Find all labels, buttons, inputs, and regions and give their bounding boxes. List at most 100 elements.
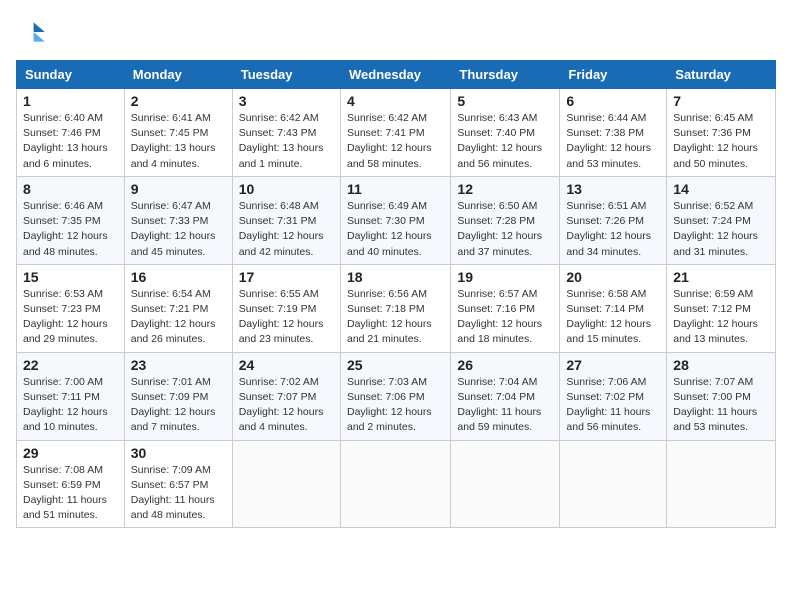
day-number: 17 <box>239 269 334 285</box>
calendar-cell: 24 Sunrise: 7:02 AMSunset: 7:07 PMDayligh… <box>232 352 340 440</box>
calendar-cell: 10 Sunrise: 6:48 AMSunset: 7:31 PMDayligh… <box>232 176 340 264</box>
calendar-cell: 17 Sunrise: 6:55 AMSunset: 7:19 PMDayligh… <box>232 264 340 352</box>
day-number: 9 <box>131 181 226 197</box>
week-row-2: 8 Sunrise: 6:46 AMSunset: 7:35 PMDaylight… <box>17 176 776 264</box>
day-info: Sunrise: 6:41 AMSunset: 7:45 PMDaylight:… <box>131 111 226 172</box>
day-info: Sunrise: 6:55 AMSunset: 7:19 PMDaylight:… <box>239 287 334 348</box>
day-info: Sunrise: 7:02 AMSunset: 7:07 PMDaylight:… <box>239 375 334 436</box>
week-row-3: 15 Sunrise: 6:53 AMSunset: 7:23 PMDayligh… <box>17 264 776 352</box>
calendar-cell: 4 Sunrise: 6:42 AMSunset: 7:41 PMDaylight… <box>340 89 450 177</box>
day-info: Sunrise: 6:47 AMSunset: 7:33 PMDaylight:… <box>131 199 226 260</box>
day-number: 30 <box>131 445 226 461</box>
calendar-cell: 14 Sunrise: 6:52 AMSunset: 7:24 PMDayligh… <box>667 176 776 264</box>
calendar-cell: 19Sunrise: 6:57 AMSunset: 7:16 PMDayligh… <box>451 264 560 352</box>
day-number: 13 <box>566 181 660 197</box>
day-number: 21 <box>673 269 769 285</box>
day-number: 2 <box>131 93 226 109</box>
calendar-cell: 21 Sunrise: 6:59 AMSunset: 7:12 PMDayligh… <box>667 264 776 352</box>
week-row-1: 1 Sunrise: 6:40 AMSunset: 7:46 PMDaylight… <box>17 89 776 177</box>
day-info: Sunrise: 6:45 AMSunset: 7:36 PMDaylight:… <box>673 111 769 172</box>
day-number: 27 <box>566 357 660 373</box>
day-number: 11 <box>347 181 444 197</box>
day-number: 16 <box>131 269 226 285</box>
weekday-header-row: SundayMondayTuesdayWednesdayThursdayFrid… <box>17 61 776 89</box>
weekday-header-saturday: Saturday <box>667 61 776 89</box>
day-info: Sunrise: 7:08 AMSunset: 6:59 PMDaylight:… <box>23 463 118 524</box>
weekday-header-friday: Friday <box>560 61 667 89</box>
day-info: Sunrise: 7:00 AMSunset: 7:11 PMDaylight:… <box>23 375 118 436</box>
logo-icon <box>16 16 48 48</box>
day-info: Sunrise: 7:06 AMSunset: 7:02 PMDaylight:… <box>566 375 660 436</box>
calendar-cell <box>232 440 340 528</box>
calendar-cell: 11 Sunrise: 6:49 AMSunset: 7:30 PMDayligh… <box>340 176 450 264</box>
calendar-cell: 3 Sunrise: 6:42 AMSunset: 7:43 PMDaylight… <box>232 89 340 177</box>
day-number: 10 <box>239 181 334 197</box>
day-info: Sunrise: 6:51 AMSunset: 7:26 PMDaylight:… <box>566 199 660 260</box>
day-info: Sunrise: 6:50 AMSunset: 7:28 PMDaylight:… <box>457 199 553 260</box>
logo <box>16 16 52 48</box>
week-row-4: 22 Sunrise: 7:00 AMSunset: 7:11 PMDayligh… <box>17 352 776 440</box>
calendar-cell: 23 Sunrise: 7:01 AMSunset: 7:09 PMDayligh… <box>124 352 232 440</box>
day-info: Sunrise: 6:53 AMSunset: 7:23 PMDaylight:… <box>23 287 118 348</box>
calendar-cell: 27 Sunrise: 7:06 AMSunset: 7:02 PMDayligh… <box>560 352 667 440</box>
day-info: Sunrise: 6:40 AMSunset: 7:46 PMDaylight:… <box>23 111 118 172</box>
calendar-cell: 22 Sunrise: 7:00 AMSunset: 7:11 PMDayligh… <box>17 352 125 440</box>
day-info: Sunrise: 7:03 AMSunset: 7:06 PMDaylight:… <box>347 375 444 436</box>
day-number: 24 <box>239 357 334 373</box>
weekday-header-wednesday: Wednesday <box>340 61 450 89</box>
day-info: Sunrise: 6:58 AMSunset: 7:14 PMDaylight:… <box>566 287 660 348</box>
day-number: 4 <box>347 93 444 109</box>
calendar-cell: 1 Sunrise: 6:40 AMSunset: 7:46 PMDaylight… <box>17 89 125 177</box>
day-number: 15 <box>23 269 118 285</box>
weekday-header-thursday: Thursday <box>451 61 560 89</box>
day-number: 29 <box>23 445 118 461</box>
day-info: Sunrise: 6:46 AMSunset: 7:35 PMDaylight:… <box>23 199 118 260</box>
calendar-cell: 26Sunrise: 7:04 AMSunset: 7:04 PMDayligh… <box>451 352 560 440</box>
calendar-cell: 29 Sunrise: 7:08 AMSunset: 6:59 PMDayligh… <box>17 440 125 528</box>
calendar-cell: 7 Sunrise: 6:45 AMSunset: 7:36 PMDaylight… <box>667 89 776 177</box>
day-info: Sunrise: 7:07 AMSunset: 7:00 PMDaylight:… <box>673 375 769 436</box>
day-number: 6 <box>566 93 660 109</box>
calendar-table: SundayMondayTuesdayWednesdayThursdayFrid… <box>16 60 776 528</box>
day-number: 18 <box>347 269 444 285</box>
day-info: Sunrise: 6:44 AMSunset: 7:38 PMDaylight:… <box>566 111 660 172</box>
day-info: Sunrise: 6:56 AMSunset: 7:18 PMDaylight:… <box>347 287 444 348</box>
calendar-cell: 8 Sunrise: 6:46 AMSunset: 7:35 PMDaylight… <box>17 176 125 264</box>
day-info: Sunrise: 6:43 AMSunset: 7:40 PMDaylight:… <box>457 111 553 172</box>
day-info: Sunrise: 7:04 AMSunset: 7:04 PMDaylight:… <box>457 375 553 436</box>
day-info: Sunrise: 6:49 AMSunset: 7:30 PMDaylight:… <box>347 199 444 260</box>
day-number: 5 <box>457 93 553 109</box>
day-number: 23 <box>131 357 226 373</box>
day-info: Sunrise: 6:59 AMSunset: 7:12 PMDaylight:… <box>673 287 769 348</box>
day-number: 3 <box>239 93 334 109</box>
calendar-cell <box>560 440 667 528</box>
calendar-cell: 20Sunrise: 6:58 AMSunset: 7:14 PMDayligh… <box>560 264 667 352</box>
calendar-cell: 5 Sunrise: 6:43 AMSunset: 7:40 PMDaylight… <box>451 89 560 177</box>
day-number: 25 <box>347 357 444 373</box>
day-number: 22 <box>23 357 118 373</box>
page-header <box>16 16 776 48</box>
day-number: 7 <box>673 93 769 109</box>
day-number: 12 <box>457 181 553 197</box>
calendar-cell: 6 Sunrise: 6:44 AMSunset: 7:38 PMDaylight… <box>560 89 667 177</box>
calendar-cell <box>667 440 776 528</box>
calendar-cell: 13 Sunrise: 6:51 AMSunset: 7:26 PMDayligh… <box>560 176 667 264</box>
day-info: Sunrise: 7:09 AMSunset: 6:57 PMDaylight:… <box>131 463 226 524</box>
day-info: Sunrise: 7:01 AMSunset: 7:09 PMDaylight:… <box>131 375 226 436</box>
week-row-5: 29 Sunrise: 7:08 AMSunset: 6:59 PMDayligh… <box>17 440 776 528</box>
day-info: Sunrise: 6:54 AMSunset: 7:21 PMDaylight:… <box>131 287 226 348</box>
weekday-header-tuesday: Tuesday <box>232 61 340 89</box>
day-number: 8 <box>23 181 118 197</box>
day-info: Sunrise: 6:42 AMSunset: 7:43 PMDaylight:… <box>239 111 334 172</box>
calendar-cell <box>451 440 560 528</box>
day-number: 19 <box>457 269 553 285</box>
day-info: Sunrise: 6:52 AMSunset: 7:24 PMDaylight:… <box>673 199 769 260</box>
day-info: Sunrise: 6:42 AMSunset: 7:41 PMDaylight:… <box>347 111 444 172</box>
day-number: 1 <box>23 93 118 109</box>
day-number: 14 <box>673 181 769 197</box>
calendar-cell: 15 Sunrise: 6:53 AMSunset: 7:23 PMDayligh… <box>17 264 125 352</box>
day-info: Sunrise: 6:48 AMSunset: 7:31 PMDaylight:… <box>239 199 334 260</box>
calendar-cell: 12 Sunrise: 6:50 AMSunset: 7:28 PMDayligh… <box>451 176 560 264</box>
weekday-header-monday: Monday <box>124 61 232 89</box>
calendar-cell: 18 Sunrise: 6:56 AMSunset: 7:18 PMDayligh… <box>340 264 450 352</box>
